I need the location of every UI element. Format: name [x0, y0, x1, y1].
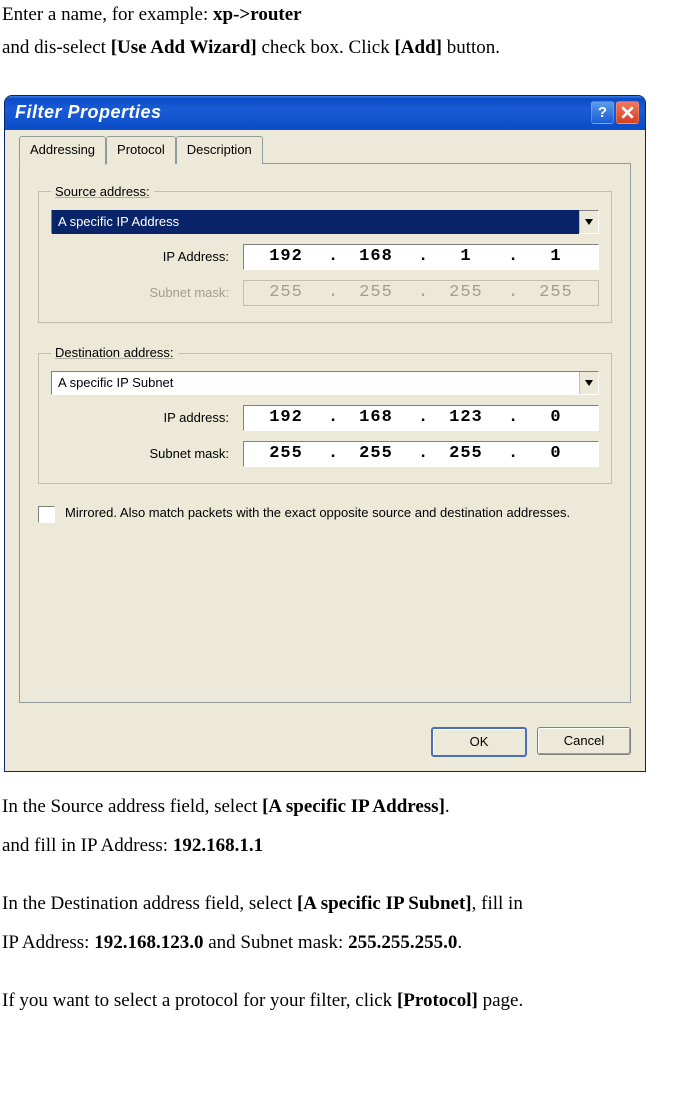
- filter-properties-dialog: Filter Properties ? Addressing Protocol …: [4, 95, 646, 772]
- ip-octet[interactable]: 168: [341, 244, 412, 270]
- ip-octet[interactable]: 1: [431, 244, 502, 270]
- mirrored-checkbox[interactable]: [38, 506, 55, 523]
- post-dest-ip-value: 192.168.123.0: [94, 932, 203, 953]
- ip-octet[interactable]: 0: [521, 441, 592, 467]
- addressing-panel: Source address: A specific IP Address IP…: [19, 163, 631, 703]
- destination-type-dropdown[interactable]: A specific IP Subnet: [51, 371, 599, 395]
- dialog-title: Filter Properties: [15, 99, 589, 127]
- post-source-ip-value: 192.168.1.1: [173, 835, 263, 856]
- post-specific-ip-address: [A specific IP Address]: [262, 796, 445, 817]
- source-ip-label: IP Address:: [51, 247, 243, 267]
- dropdown-arrow[interactable]: [579, 211, 598, 233]
- close-icon: [621, 106, 634, 119]
- post-p1c: .: [445, 796, 450, 817]
- close-button[interactable]: [616, 101, 639, 124]
- tab-strip: Addressing Protocol Description: [19, 140, 631, 164]
- intro-text: Enter a name, for example: xp->router an…: [0, 0, 688, 75]
- post-p4e: .: [457, 932, 462, 953]
- intro-use-add-wizard: [Use Add Wizard]: [111, 37, 257, 58]
- ip-octet: 255: [521, 280, 592, 306]
- ip-octet[interactable]: 192: [251, 405, 322, 431]
- dropdown-arrow[interactable]: [579, 372, 598, 394]
- ip-octet: 255: [251, 280, 322, 306]
- intro-line1-text: Enter a name, for example:: [2, 4, 213, 25]
- post-protocol-ref: [Protocol]: [397, 990, 478, 1011]
- source-mask-label: Subnet mask:: [51, 283, 243, 303]
- post-p2a: and fill in IP Address:: [2, 835, 173, 856]
- ip-octet: 255: [341, 280, 412, 306]
- chevron-down-icon: [585, 219, 593, 225]
- ok-button[interactable]: OK: [431, 727, 527, 757]
- ip-octet[interactable]: 123: [431, 405, 502, 431]
- post-p4a: IP Address:: [2, 932, 94, 953]
- titlebar: Filter Properties ?: [5, 96, 645, 130]
- tab-addressing[interactable]: Addressing: [19, 136, 106, 165]
- destination-mask-input[interactable]: 255. 255. 255. 0: [243, 441, 599, 467]
- post-p1a: In the Source address field, select: [2, 796, 262, 817]
- intro-line2a: and dis-select: [2, 37, 111, 58]
- intro-line2e: button.: [442, 37, 500, 58]
- cancel-button[interactable]: Cancel: [537, 727, 631, 755]
- intro-add-button-ref: [Add]: [394, 37, 442, 58]
- ip-octet[interactable]: 168: [341, 405, 412, 431]
- post-specific-ip-subnet: [A specific IP Subnet]: [297, 893, 472, 914]
- help-button[interactable]: ?: [591, 101, 614, 124]
- ip-octet: 255: [431, 280, 502, 306]
- destination-ip-input[interactable]: 192. 168. 123. 0: [243, 405, 599, 431]
- source-address-group: Source address: A specific IP Address IP…: [38, 182, 612, 323]
- post-p4c: and Subnet mask:: [203, 932, 348, 953]
- post-p5a: If you want to select a protocol for you…: [2, 990, 397, 1011]
- ip-octet[interactable]: 192: [251, 244, 322, 270]
- tab-description[interactable]: Description: [176, 136, 263, 164]
- intro-line2c: check box. Click: [257, 37, 395, 58]
- ip-octet[interactable]: 255: [341, 441, 412, 467]
- destination-legend: Destination address:: [51, 343, 178, 363]
- source-legend: Source address:: [51, 182, 154, 202]
- source-type-dropdown[interactable]: A specific IP Address: [51, 210, 599, 234]
- intro-example-name: xp->router: [213, 4, 302, 25]
- post-p3a: In the Destination address field, select: [2, 893, 297, 914]
- post-p3c: , fill in: [472, 893, 523, 914]
- ip-octet[interactable]: 255: [431, 441, 502, 467]
- chevron-down-icon: [585, 380, 593, 386]
- mirrored-label: Mirrored. Also match packets with the ex…: [65, 504, 570, 522]
- destination-address-group: Destination address: A specific IP Subne…: [38, 343, 612, 484]
- post-p5c: page.: [478, 990, 523, 1011]
- dialog-buttons: OK Cancel: [5, 717, 645, 771]
- tab-protocol[interactable]: Protocol: [106, 136, 176, 164]
- destination-type-value: A specific IP Subnet: [52, 371, 579, 395]
- post-instructions: In the Source address field, select [A s…: [0, 792, 688, 1015]
- post-dest-mask-value: 255.255.255.0: [348, 932, 457, 953]
- source-mask-input: 255. 255. 255. 255: [243, 280, 599, 306]
- ip-octet[interactable]: 255: [251, 441, 322, 467]
- ip-octet[interactable]: 1: [521, 244, 592, 270]
- source-type-value: A specific IP Address: [52, 210, 579, 234]
- destination-ip-label: IP address:: [51, 408, 243, 428]
- destination-mask-label: Subnet mask:: [51, 444, 243, 464]
- ip-octet[interactable]: 0: [521, 405, 592, 431]
- source-ip-input[interactable]: 192. 168. 1. 1: [243, 244, 599, 270]
